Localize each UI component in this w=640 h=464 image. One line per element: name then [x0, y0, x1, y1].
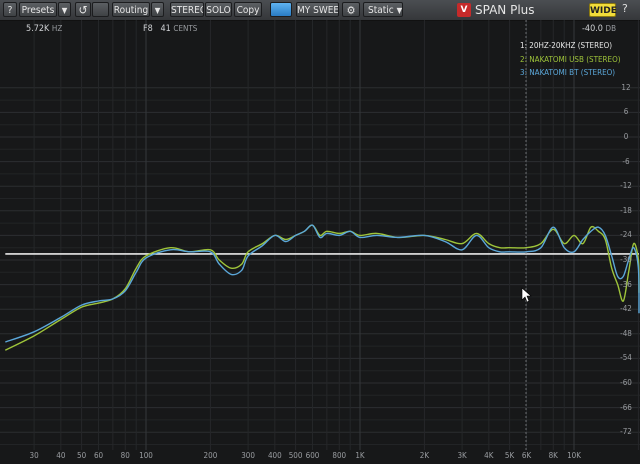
frequency-tick-label: 800: [332, 451, 347, 460]
my-sweep-button[interactable]: MY SWEEP: [296, 2, 339, 17]
copy-button[interactable]: Copy: [234, 2, 262, 17]
spectrum-curves: [4, 224, 640, 351]
db-tick-label: -54: [620, 353, 632, 363]
db-tick-label: -18: [620, 205, 632, 215]
undo-icon: ↺: [78, 3, 88, 17]
presets-button[interactable]: Presets: [19, 2, 57, 17]
frequency-tick-label: 40: [56, 451, 66, 460]
frequency-tick-label: 300: [241, 451, 255, 460]
db-tick-label: 12: [621, 82, 631, 92]
db-tick-label: -30: [620, 255, 632, 264]
gear-icon: ⚙: [346, 4, 356, 17]
frequency-tick-label: 400: [267, 451, 282, 460]
solo-button[interactable]: SOLO: [205, 2, 232, 17]
legend-item-3[interactable]: 3: NAKATOMI BT (STEREO): [520, 68, 615, 77]
db-tick-label: -12: [620, 181, 632, 191]
frequency-tick-label: 100: [139, 451, 153, 460]
frequency-readout: 5.72K HZ: [26, 24, 63, 34]
db-tick-label: -6: [622, 156, 630, 166]
frequency-tick-label: 500: [288, 451, 303, 460]
frequency-tick-label: 4K: [484, 451, 494, 460]
db-tick-label: 6: [623, 107, 629, 117]
frequency-tick-label: 8K: [548, 451, 558, 460]
db-tick-label: 0: [623, 132, 629, 141]
toolbar: ? Presets ▼ ↺ Routing ▼ STEREO SOLO Copy…: [0, 0, 640, 21]
sweep-toggle-button[interactable]: [270, 2, 292, 17]
frequency-tick-label: 80: [120, 451, 130, 460]
frequency-tick-label: 10K: [567, 451, 581, 460]
redo-button[interactable]: [92, 2, 109, 17]
legend-item-2[interactable]: 2: NAKATOMI USB (STEREO): [520, 55, 621, 64]
help-button[interactable]: ?: [3, 2, 17, 17]
frequency-tick-label: 1K: [355, 451, 365, 460]
db-tick-label: -24: [620, 230, 632, 240]
wide-button[interactable]: WIDE: [589, 3, 617, 17]
spectrum-plot[interactable]: [0, 20, 640, 464]
frequency-tick-label: 50: [77, 451, 87, 460]
help-menu-icon[interactable]: ?: [622, 2, 628, 15]
db-tick-label: -72: [620, 427, 632, 437]
frequency-tick-label: 600: [305, 451, 320, 460]
db-tick-label: -48: [620, 328, 632, 338]
frequency-tick-label: 6K: [521, 451, 532, 460]
level-readout: -40.0 DB: [582, 24, 617, 34]
presets-dropdown-button[interactable]: ▼: [58, 2, 71, 17]
frequency-tick-label: 5K: [504, 451, 515, 460]
chevron-down-icon: ▼: [396, 6, 403, 15]
mode-select[interactable]: Static ▼: [363, 2, 403, 17]
settings-button[interactable]: ⚙: [342, 2, 360, 17]
frequency-tick-label: 2K: [419, 451, 430, 460]
db-tick-label: -60: [620, 378, 632, 387]
db-tick-label: -42: [620, 304, 632, 314]
spectrum-series-3: [5, 224, 640, 343]
product-title: SPAN Plus: [475, 3, 535, 17]
stereo-button[interactable]: STEREO: [170, 2, 204, 17]
frequency-tick-label: 3K: [457, 451, 467, 460]
brand-logo: V: [457, 3, 471, 17]
routing-dropdown-button[interactable]: ▼: [151, 2, 164, 17]
routing-button[interactable]: Routing: [112, 2, 150, 17]
db-tick-label: -36: [620, 279, 632, 289]
db-tick-label: -66: [620, 402, 632, 412]
frequency-tick-label: 200: [203, 451, 218, 460]
frequency-tick-label: 30: [29, 451, 39, 460]
grid-horizontal: [0, 87, 640, 445]
frequency-tick-label: 60: [93, 451, 104, 460]
legend-item-1[interactable]: 1: 20HZ-20KHZ (STEREO): [520, 41, 612, 50]
mode-select-value: Static: [368, 5, 394, 16]
note-readout: F8 41 CENTS: [143, 24, 198, 34]
undo-button[interactable]: ↺: [75, 2, 91, 17]
